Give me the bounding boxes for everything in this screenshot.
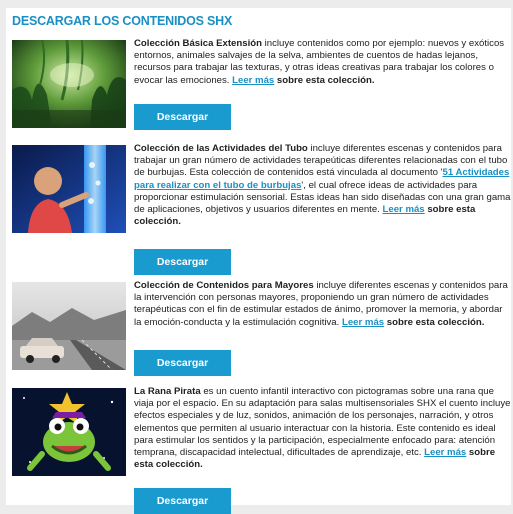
- collection-description: Colección de Contenidos para Mayores inc…: [134, 280, 508, 328]
- pirate-frog-image[interactable]: [12, 388, 126, 476]
- read-more-link[interactable]: Leer más: [232, 75, 274, 86]
- read-more-link[interactable]: Leer más: [424, 447, 466, 458]
- content-panel: DESCARGAR LOS CONTENIDOS SHX Colección B…: [6, 8, 511, 514]
- download-button[interactable]: Descargar: [134, 488, 231, 514]
- section-heading: DESCARGAR LOS CONTENIDOS SHX: [12, 14, 233, 28]
- jungle-image[interactable]: [12, 40, 126, 128]
- download-button[interactable]: Descargar: [134, 249, 231, 275]
- read-more-link[interactable]: Leer más: [383, 204, 425, 215]
- read-more-link[interactable]: Leer más: [342, 317, 384, 328]
- collection-description: La Rana Pirata es un cuento infantil int…: [134, 386, 511, 471]
- bubble-tube-image[interactable]: [12, 145, 126, 233]
- collection-description: Colección Básica Extensión incluye conte…: [134, 38, 505, 86]
- collection-description: Colección de las Actividades del Tubo in…: [134, 143, 511, 228]
- download-button[interactable]: Descargar: [134, 104, 231, 130]
- road-car-image[interactable]: [12, 282, 126, 370]
- download-button[interactable]: Descargar: [134, 350, 231, 376]
